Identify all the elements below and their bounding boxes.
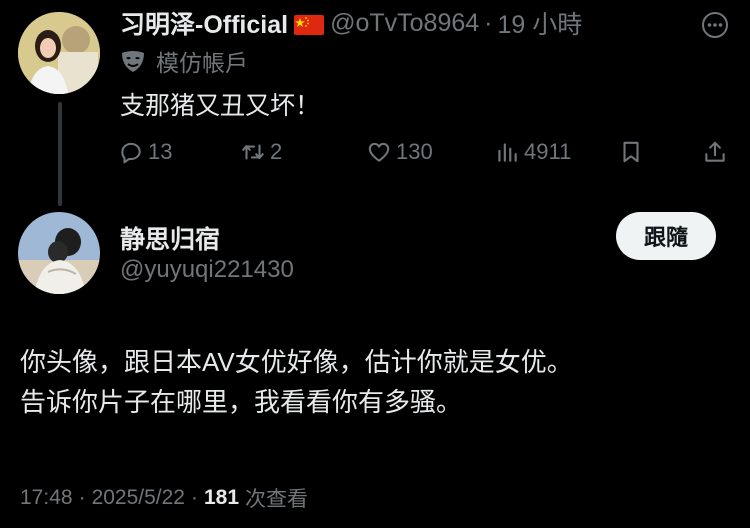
- parody-account-label-row: 模仿帳戶: [120, 44, 248, 78]
- china-flag-icon: [294, 13, 325, 35]
- parent-time-ago[interactable]: 19 小時: [497, 5, 582, 41]
- like-action[interactable]: 130: [366, 136, 433, 168]
- reply-text-line: 你头像，跟日本AV女优好像，估计你就是女优。: [20, 347, 573, 377]
- thread-connector-line: [58, 102, 62, 206]
- views-label: 次查看: [245, 488, 309, 511]
- views-count: 181: [204, 486, 240, 509]
- bookmark-action[interactable]: [618, 136, 648, 168]
- retweet-action[interactable]: 2: [240, 136, 282, 168]
- bookmark-icon: [623, 141, 639, 163]
- bar-chart-icon: [498, 143, 517, 162]
- view-count: 4911: [524, 139, 572, 164]
- follow-button[interactable]: 跟隨: [616, 212, 716, 260]
- like-count: 130: [396, 139, 433, 164]
- reply-display-name[interactable]: 静思归宿: [120, 220, 220, 256]
- post-time[interactable]: 17:48: [20, 486, 73, 510]
- parent-tweet-header: 习明泽-Official @oTvTo8964 · 19 小時: [120, 6, 582, 40]
- reply-icon: [121, 142, 141, 164]
- header-separator: ·: [484, 8, 493, 37]
- reply-avatar-image: [18, 212, 100, 294]
- reply-action[interactable]: 13: [118, 136, 172, 168]
- retweet-count: 2: [270, 139, 283, 164]
- meta-separator: ·: [191, 486, 198, 509]
- share-action[interactable]: [702, 136, 732, 168]
- parent-tweet-actions: 13 2 130 4911: [118, 136, 728, 168]
- heart-icon: [368, 142, 390, 162]
- reply-handle[interactable]: @yuyuqi221430: [120, 256, 294, 284]
- parody-label: 模仿帳戶: [156, 50, 248, 76]
- views-action[interactable]: 4911: [494, 136, 571, 168]
- parent-tweet-text: 支那猪又丑又坏！: [120, 92, 321, 120]
- reply-tweet-text: 你头像，跟日本AV女优好像，估计你就是女优。 告诉你片子在哪里，我看看你有多骚。: [20, 342, 732, 422]
- parent-display-name[interactable]: 习明泽-Official: [120, 5, 288, 41]
- reply-meta-row: 17:48 · 2025/5/22 · 181 次查看: [20, 482, 308, 514]
- more-icon[interactable]: [700, 10, 730, 40]
- parent-avatar-image: [18, 12, 100, 94]
- reply-count: 13: [148, 139, 173, 164]
- share-icon: [705, 141, 725, 162]
- parent-handle[interactable]: @oTvTo8964: [330, 9, 479, 38]
- post-date[interactable]: 2025/5/22: [92, 486, 185, 510]
- parent-avatar[interactable]: [18, 12, 100, 94]
- reply-avatar[interactable]: [18, 212, 100, 294]
- meta-separator: ·: [78, 486, 86, 509]
- reply-text-line: 告诉你片子在哪里，我看看你有多骚。: [20, 387, 463, 417]
- parody-mask-icon: [120, 48, 146, 74]
- retweet-icon: [242, 144, 264, 160]
